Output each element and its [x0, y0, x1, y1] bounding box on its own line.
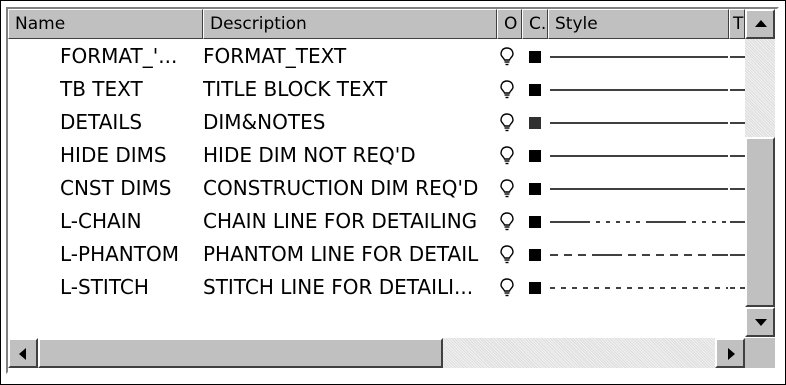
- vertical-scrollbar[interactable]: [745, 9, 775, 337]
- thickness-preview[interactable]: [730, 238, 745, 271]
- color-swatch[interactable]: [529, 150, 541, 162]
- horizontal-scroll-thumb[interactable]: [38, 338, 443, 368]
- linestyle-preview[interactable]: [550, 139, 728, 172]
- horizontal-scrollbar[interactable]: [8, 338, 745, 368]
- thickness-preview[interactable]: [730, 73, 745, 106]
- column-header-style[interactable]: Style: [548, 9, 729, 39]
- arrow-right-icon: [728, 348, 735, 360]
- layer-name: TB TEXT: [60, 77, 143, 101]
- lightbulb-icon[interactable]: [499, 47, 515, 67]
- layer-row[interactable]: FORMAT_'... FORMAT_TEXT: [8, 40, 745, 73]
- thickness-preview[interactable]: [730, 106, 745, 139]
- layer-row[interactable]: HIDE DIMS HIDE DIM NOT REQ'D: [8, 139, 745, 172]
- lightbulb-icon[interactable]: [499, 80, 515, 100]
- layer-description: HIDE DIM NOT REQ'D: [203, 143, 416, 167]
- lightbulb-icon[interactable]: [499, 146, 515, 166]
- lightbulb-icon[interactable]: [499, 278, 515, 298]
- layer-description: FORMAT_TEXT: [203, 44, 347, 68]
- color-swatch[interactable]: [529, 249, 541, 261]
- scroll-up-button[interactable]: [745, 9, 775, 39]
- color-swatch[interactable]: [529, 117, 541, 129]
- scroll-right-button[interactable]: [715, 338, 745, 368]
- lightbulb-icon[interactable]: [499, 113, 515, 133]
- column-header-description[interactable]: Description: [203, 9, 497, 39]
- linestyle-preview[interactable]: [550, 238, 728, 271]
- layer-name: CNST DIMS: [60, 176, 172, 200]
- layer-row[interactable]: TB TEXT TITLE BLOCK TEXT: [8, 73, 745, 106]
- scroll-left-button[interactable]: [8, 338, 38, 368]
- scroll-down-button[interactable]: [745, 307, 775, 337]
- layer-list-view: Name Description O C. Style T FORMAT_'..…: [6, 7, 779, 374]
- layer-row[interactable]: L-PHANTOM PHANTOM LINE FOR DETAIL: [8, 238, 745, 271]
- linestyle-preview[interactable]: [550, 271, 728, 304]
- arrow-up-icon: [755, 20, 767, 27]
- column-header-name[interactable]: Name: [8, 9, 203, 39]
- linestyle-preview[interactable]: [550, 205, 728, 238]
- scrollbar-corner: [745, 338, 775, 368]
- layer-name: HIDE DIMS: [60, 143, 167, 167]
- layer-description: DIM&NOTES: [203, 110, 326, 134]
- layer-name: FORMAT_'...: [60, 44, 178, 68]
- layer-row[interactable]: L-CHAIN CHAIN LINE FOR DETAILING: [8, 205, 745, 238]
- thickness-preview[interactable]: [730, 271, 745, 304]
- layer-description: CONSTRUCTION DIM REQ'D: [203, 176, 479, 200]
- layer-row[interactable]: DETAILS DIM&NOTES: [8, 106, 745, 139]
- layer-description: PHANTOM LINE FOR DETAIL: [203, 242, 479, 266]
- color-swatch[interactable]: [529, 84, 541, 96]
- layer-name: DETAILS: [60, 110, 143, 134]
- column-header-on[interactable]: O: [497, 9, 522, 39]
- thickness-preview[interactable]: [730, 205, 745, 238]
- vertical-scroll-thumb[interactable]: [745, 137, 775, 307]
- color-swatch[interactable]: [529, 51, 541, 63]
- column-header-color[interactable]: C.: [522, 9, 548, 39]
- linestyle-preview[interactable]: [550, 172, 728, 205]
- layer-name: L-STITCH: [60, 275, 149, 299]
- layer-description: TITLE BLOCK TEXT: [203, 77, 388, 101]
- thickness-preview[interactable]: [730, 139, 745, 172]
- column-header-thickness[interactable]: T: [729, 9, 745, 39]
- layer-name: L-PHANTOM: [60, 242, 179, 266]
- layer-name: L-CHAIN: [60, 209, 142, 233]
- color-swatch[interactable]: [529, 282, 541, 294]
- layer-row[interactable]: L-STITCH STITCH LINE FOR DETAILI...: [8, 271, 745, 304]
- arrow-down-icon: [755, 319, 767, 326]
- arrow-left-icon: [19, 348, 26, 360]
- layer-row[interactable]: CNST DIMS CONSTRUCTION DIM REQ'D: [8, 172, 745, 205]
- thickness-preview[interactable]: [730, 172, 745, 205]
- linestyle-preview[interactable]: [550, 40, 728, 73]
- layer-description: STITCH LINE FOR DETAILI...: [203, 275, 474, 299]
- layer-description: CHAIN LINE FOR DETAILING: [203, 209, 478, 233]
- layer-list-frame: Name Description O C. Style T FORMAT_'..…: [0, 0, 786, 385]
- thickness-preview[interactable]: [730, 40, 745, 73]
- lightbulb-icon[interactable]: [499, 179, 515, 199]
- lightbulb-icon[interactable]: [499, 245, 515, 265]
- lightbulb-icon[interactable]: [499, 212, 515, 232]
- linestyle-preview[interactable]: [550, 73, 728, 106]
- color-swatch[interactable]: [529, 216, 541, 228]
- linestyle-preview[interactable]: [550, 106, 728, 139]
- color-swatch[interactable]: [529, 183, 541, 195]
